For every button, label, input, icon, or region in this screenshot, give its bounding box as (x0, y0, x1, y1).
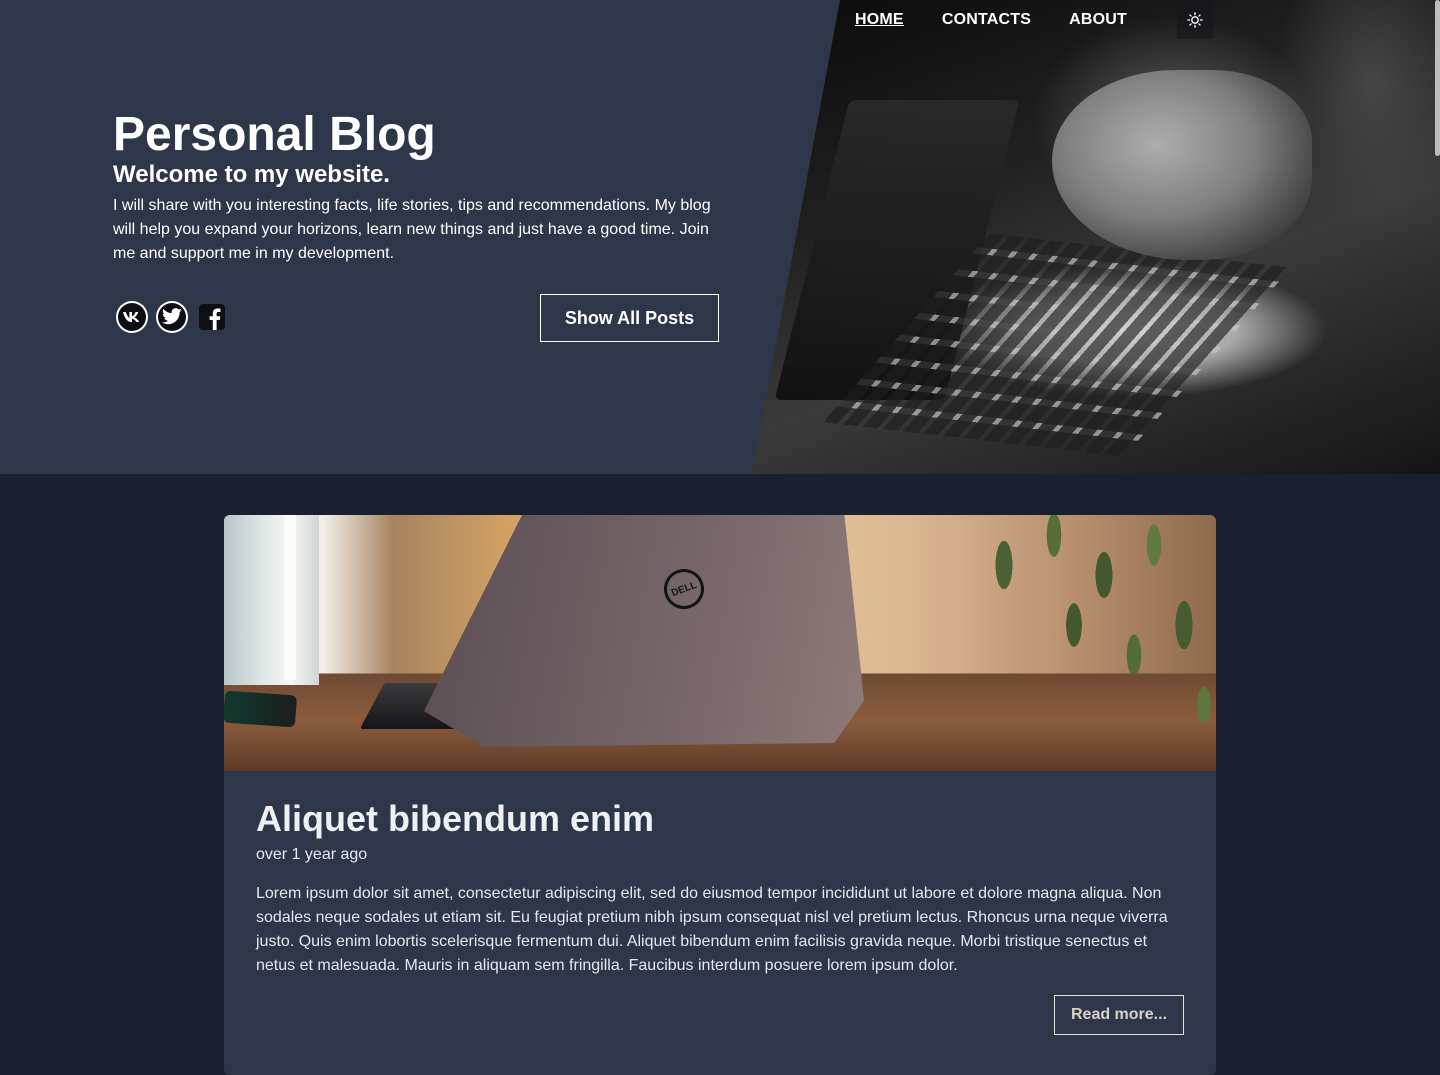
post-image-window (224, 515, 319, 685)
facebook-icon (199, 304, 225, 330)
page-subtitle: Welcome to my website. (113, 161, 390, 188)
post-title[interactable]: Aliquet bibendum enim (256, 798, 654, 840)
hero-section: HOME CONTACTS ABOUT Personal Blog Welcom… (0, 0, 1440, 474)
twitter-link[interactable] (156, 301, 188, 333)
main-nav: HOME CONTACTS ABOUT (836, 0, 1146, 40)
vk-icon (123, 312, 140, 322)
post-date: over 1 year ago (256, 846, 368, 863)
post-card: DELL Aliquet bibendum enim over 1 year a… (224, 515, 1216, 1075)
post-image-phone (224, 690, 298, 728)
nav-about-link[interactable]: ABOUT (1050, 11, 1146, 29)
post-image-laptop (424, 515, 864, 747)
page-title: Personal Blog (113, 108, 436, 161)
post-image[interactable]: DELL (224, 515, 1216, 771)
page-scrollbar[interactable] (1435, 0, 1440, 156)
hero-hands (1052, 70, 1312, 260)
nav-contacts-link[interactable]: CONTACTS (923, 11, 1050, 29)
show-all-posts-button[interactable]: Show All Posts (540, 294, 719, 342)
read-more-button[interactable]: Read more... (1054, 995, 1184, 1035)
theme-toggle-button[interactable] (1177, 1, 1213, 39)
post-excerpt: Lorem ipsum dolor sit amet, consectetur … (256, 885, 1168, 974)
vk-link[interactable] (116, 301, 148, 333)
hero-photo (752, 0, 1440, 474)
hero-description: I will share with you interesting facts,… (113, 197, 711, 262)
twitter-icon (161, 308, 182, 325)
social-links (116, 301, 228, 333)
post-image-window-frame (284, 515, 296, 680)
nav-home-link[interactable]: HOME (836, 11, 923, 29)
post-image-plant (964, 515, 1216, 755)
facebook-link[interactable] (196, 301, 228, 333)
sun-icon (1187, 12, 1203, 28)
